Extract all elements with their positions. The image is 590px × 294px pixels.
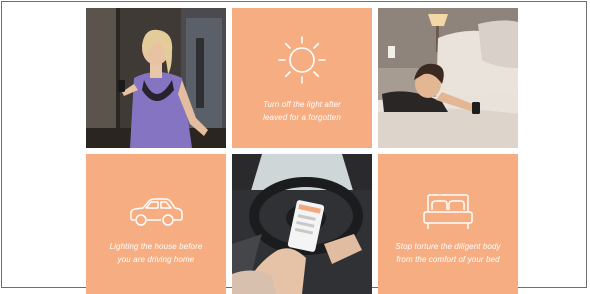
car-caption-line-2: you are driving home [117,255,195,264]
photo-bed-tile [378,8,518,148]
light-caption-line-1: Turn off the light after [263,100,341,109]
car-feature-caption: Lighting the house before you are drivin… [86,240,226,266]
photo-woman-bed [378,8,518,148]
feature-grid-frame: Turn off the light after leaved for a fo… [1,1,587,294]
photo-elevator-tile [86,8,226,148]
car-feature-tile: Lighting the house before you are drivin… [86,154,226,294]
photo-driver-phone [232,154,372,294]
bed-feature-caption: Stop torture the diligent body from the … [378,240,518,266]
bed-feature-tile: Stop torture the diligent body from the … [378,154,518,294]
photo-woman-elevator [86,8,226,148]
bed-caption-line-1: Stop torture the diligent body [395,242,501,251]
light-feature-tile: Turn off the light after leaved for a fo… [232,8,372,148]
bed-caption-line-2: from the comfort of your bed [396,255,500,264]
light-feature-caption: Turn off the light after leaved for a fo… [232,98,372,124]
car-icon [127,198,185,228]
light-caption-line-2: leaved for a forgotten [263,113,341,122]
bed-icon [422,194,474,232]
photo-car-tile [232,154,372,294]
sun-icon [276,34,328,86]
car-caption-line-1: Lighting the house before [109,242,203,251]
